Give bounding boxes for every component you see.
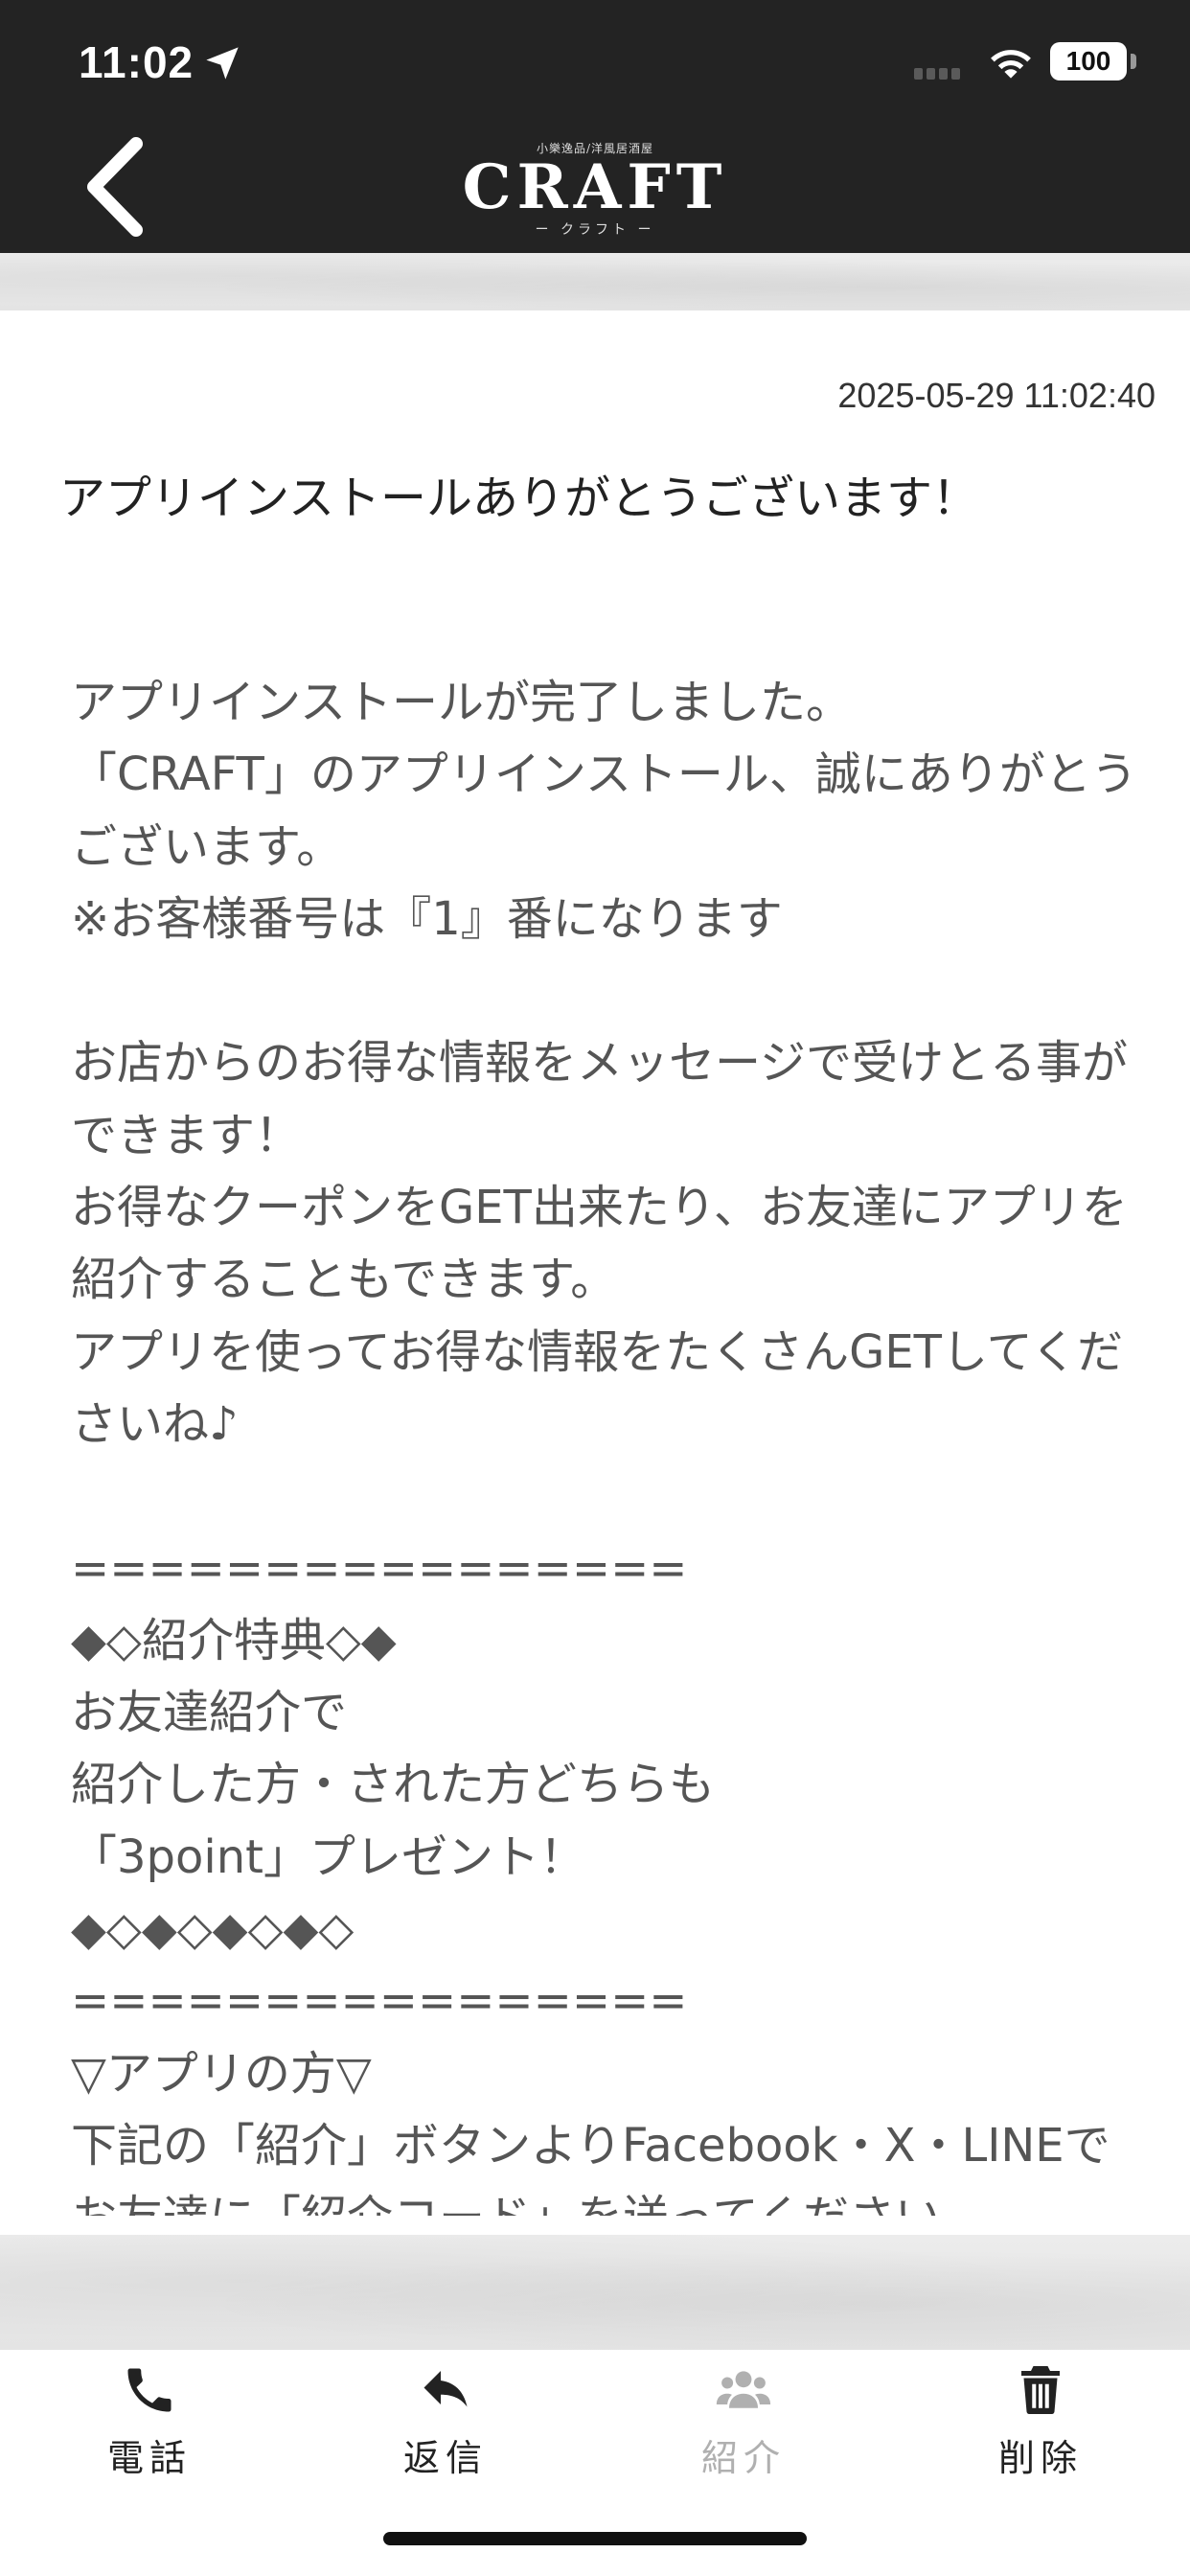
- cellular-signal-icon: [914, 65, 966, 80]
- logo-wordmark: CRAFT: [462, 151, 728, 223]
- users-icon: [716, 2371, 771, 2408]
- app-header: 11:02 100 小樂逸品/洋風居酒屋 CRAFT ー クラフト ー: [0, 0, 1190, 253]
- home-indicator[interactable]: [383, 2532, 807, 2545]
- phone-icon: [127, 2368, 172, 2412]
- message-body[interactable]: アプリインストールが完了しました。 「CRAFT」のアプリインストール、誠にあり…: [71, 667, 1154, 2216]
- share-button[interactable]: 紹介: [648, 2350, 839, 2494]
- delete-label: 削除: [997, 2437, 1083, 2479]
- trash-icon: [1021, 2366, 1060, 2414]
- brand-logo: 小樂逸品/洋風居酒屋 CRAFT ー クラフト ー: [450, 140, 740, 240]
- share-label: 紹介: [700, 2437, 786, 2479]
- phone-label: 電話: [106, 2437, 192, 2479]
- reply-icon: [423, 2371, 468, 2407]
- wifi-icon: [991, 50, 1031, 79]
- reply-button[interactable]: 返信: [350, 2350, 541, 2494]
- phone-button[interactable]: 電話: [54, 2350, 245, 2494]
- battery-cap: [1131, 54, 1136, 69]
- message-date: 2025-05-29 11:02:40: [837, 376, 1156, 415]
- back-button[interactable]: [77, 134, 163, 240]
- message-title: アプリインストールありがとうございます！: [59, 472, 979, 525]
- bottom-toolbar: 電話 返信 紹介 削除: [0, 2350, 1190, 2494]
- reply-label: 返信: [402, 2437, 488, 2479]
- delete-button[interactable]: 削除: [945, 2350, 1136, 2494]
- status-time: 11:02: [79, 37, 195, 87]
- header-texture-band: [0, 253, 1190, 310]
- battery-indicator: 100: [1050, 42, 1127, 80]
- footer-texture-band: [0, 2235, 1190, 2352]
- location-arrow-icon: [206, 47, 239, 80]
